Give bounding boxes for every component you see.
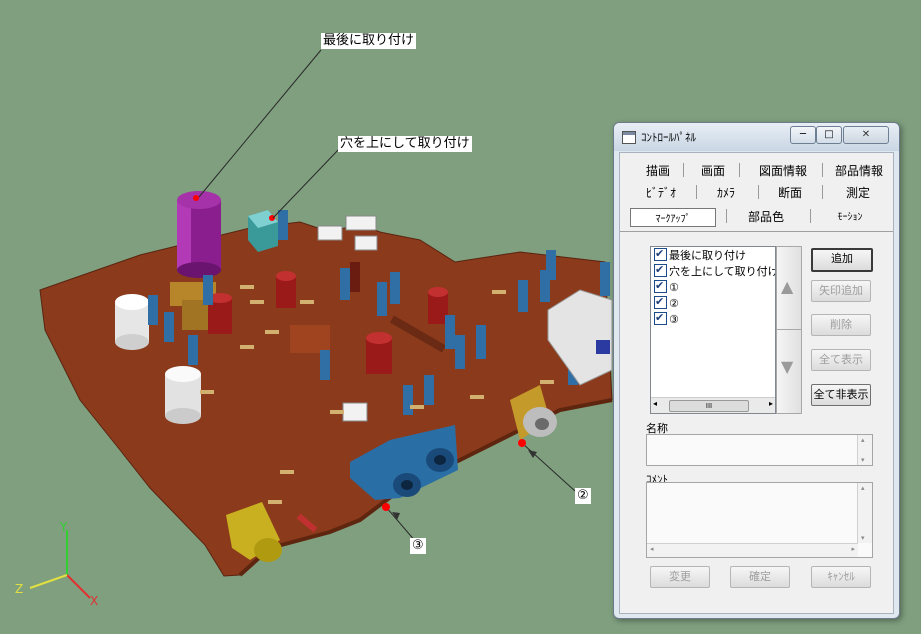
show-all-button[interactable]: 全て表示 [811,349,871,371]
list-item[interactable]: 穴を上にして取り付け [654,262,776,280]
cancel-button[interactable]: ｷｬﾝｾﾙ [811,566,871,588]
scroll-left-icon[interactable]: ◂ [650,545,654,553]
window-icon [622,131,636,144]
scroll-down-icon[interactable]: ▾ [861,456,865,464]
list-item[interactable]: ③ [654,310,679,328]
order-spinner[interactable]: ▲ ▼ [776,246,802,414]
list-item-label: ③ [669,313,679,326]
purple-capacitor [177,191,221,278]
add-arrow-button[interactable]: 矢印追加 [811,280,871,302]
tab-separator [822,163,823,177]
list-horizontal-scrollbar[interactable]: ◂ III ▸ [651,397,775,413]
checkbox[interactable] [654,247,667,262]
scroll-right-icon[interactable]: ▸ [769,399,773,408]
tab-video[interactable]: ﾋﾞﾃﾞｵ [638,184,684,201]
tab-part-color[interactable]: 部品色 [736,208,796,225]
window-title: ｺﾝﾄﾛｰﾙﾊﾟﾈﾙ [641,131,696,144]
tab-motion[interactable]: ﾓｰｼｮﾝ [820,208,880,223]
tab-part-info[interactable]: 部品情報 [828,162,890,179]
control-panel-window[interactable]: ｺﾝﾄﾛｰﾙﾊﾟﾈﾙ ─ □ ✕ 描画 画面 図面情報 部品情報 ﾋﾞﾃﾞｵ ｶ… [613,122,900,619]
tab-separator [739,163,740,177]
checkbox[interactable] [654,278,667,294]
list-item-label: ② [669,297,679,310]
title-bar[interactable]: ｺﾝﾄﾛｰﾙﾊﾟﾈﾙ ─ □ ✕ [614,123,899,151]
close-icon: ✕ [861,129,871,140]
tab-measure[interactable]: 測定 [836,184,880,201]
scroll-right-icon[interactable]: ▸ [851,545,855,553]
move-up-icon[interactable]: ▲ [781,277,793,296]
tab-drawing-info[interactable]: 図面情報 [748,162,818,179]
scroll-up-icon[interactable]: ▴ [861,436,865,444]
name-scrollbar[interactable]: ▴ ▾ [857,435,872,465]
close-button[interactable]: ✕ [843,126,889,144]
hide-all-button[interactable]: 全て非表示 [811,384,871,406]
name-field[interactable]: ▴ ▾ [646,434,873,466]
scroll-up-icon[interactable]: ▴ [861,484,865,492]
tab-divider [620,231,893,232]
white-capacitor-2 [165,366,201,424]
axis-indicator [29,530,91,599]
callout-last-mount: 最後に取り付け [321,33,417,49]
add-button[interactable]: 追加 [811,248,873,272]
callout-hole-up: 穴を上にして取り付け [338,136,472,152]
comment-field[interactable]: ▴ ▾ ◂ ▸ [646,482,873,558]
tab-screen[interactable]: 画面 [693,162,733,179]
axis-z-label: Z [15,582,24,596]
tab-separator [810,209,811,223]
delete-button[interactable]: 削除 [811,314,871,336]
callout-mark-3: ③ [410,538,426,554]
scroll-thumb[interactable]: III [669,400,749,412]
move-down-icon[interactable]: ▼ [781,357,793,376]
list-item-label: ① [669,281,679,294]
comment-vertical-scrollbar[interactable]: ▴ ▾ [857,483,872,543]
list-item-label: 穴を上にして取り付け [669,265,776,278]
confirm-button[interactable]: 確定 [730,566,790,588]
axis-y-label: Y [60,520,68,534]
white-capacitor-1 [115,294,149,350]
maximize-icon: □ [824,129,834,140]
tab-separator [696,185,697,199]
tab-separator [758,185,759,199]
maximize-button[interactable]: □ [816,126,842,144]
spinner-divider [777,329,801,330]
list-item-label: 最後に取り付け [669,249,746,262]
minimize-button[interactable]: ─ [790,126,816,144]
comment-horizontal-scrollbar[interactable]: ◂ ▸ [647,543,858,557]
axis-x-label: X [90,594,99,608]
tab-separator [683,163,684,177]
tab-section[interactable]: 断面 [770,184,810,201]
tab-markup[interactable]: ﾏｰｸｱｯﾌﾟ [630,208,716,227]
minimize-icon: ─ [799,129,807,140]
scroll-left-icon[interactable]: ◂ [653,399,657,408]
scroll-down-icon[interactable]: ▾ [861,534,865,542]
callout-mark-2: ② [575,488,591,504]
tab-camera[interactable]: ｶﾒﾗ [706,184,746,201]
tab-draw[interactable]: 描画 [638,162,678,179]
list-item[interactable]: 最後に取り付け [654,247,746,264]
change-button[interactable]: 変更 [650,566,710,588]
markup-list[interactable]: 最後に取り付け 穴を上にして取り付け ① ② ③ ◂ III ▸ [650,246,776,414]
checkbox[interactable] [654,310,667,326]
checkbox[interactable] [654,262,667,278]
tab-separator [822,185,823,199]
panel-client: 描画 画面 図面情報 部品情報 ﾋﾞﾃﾞｵ ｶﾒﾗ 断面 測定 ﾏｰｸｱｯﾌﾟ … [619,152,894,614]
tab-separator [726,209,727,223]
checkbox[interactable] [654,294,667,310]
